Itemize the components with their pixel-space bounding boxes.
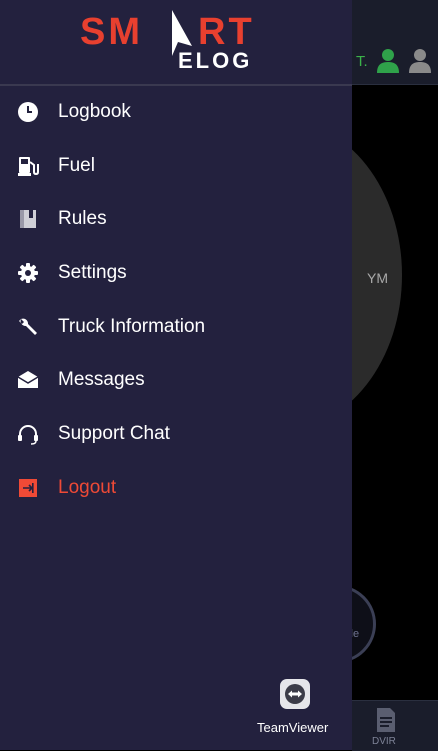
menu-label-fuel: Fuel: [58, 154, 95, 176]
drawer-header: SM RT ELOG: [0, 0, 352, 86]
menu-item-logbook[interactable]: Logbook: [0, 85, 352, 139]
gauge-label: YM: [367, 270, 388, 286]
menu-label-logout: Logout: [58, 476, 117, 498]
drawer-menu: Logbook Fuel Rules Settings Truck Inform…: [0, 85, 352, 515]
smart-elog-logo: SM RT ELOG: [80, 10, 255, 70]
menu-item-logout[interactable]: Logout: [0, 461, 352, 515]
clock-icon: [17, 101, 39, 123]
envelope-icon: [17, 369, 39, 391]
codriver-user-icon[interactable]: [408, 47, 432, 73]
menu-label-settings: Settings: [58, 261, 127, 283]
gear-icon: [17, 262, 39, 284]
menu-label-truck-information: Truck Information: [58, 315, 206, 337]
menu-item-fuel[interactable]: Fuel: [0, 139, 352, 193]
svg-text:RT: RT: [198, 11, 255, 53]
menu-item-settings[interactable]: Settings: [0, 246, 352, 300]
teamviewer-button[interactable]: TeamViewer: [255, 676, 337, 738]
navigation-drawer: SM RT ELOG Logbook Fuel Rules Settings T…: [0, 0, 352, 750]
menu-label-rules: Rules: [58, 208, 107, 230]
driver-user-icon[interactable]: [376, 47, 400, 73]
menu-item-messages[interactable]: Messages: [0, 353, 352, 407]
menu-label-logbook: Logbook: [58, 100, 131, 122]
menu-label-support-chat: Support Chat: [58, 422, 170, 444]
dvir-document-icon[interactable]: [376, 707, 396, 733]
logout-icon: [17, 477, 39, 499]
headset-icon: [17, 423, 39, 445]
dvir-tab-label[interactable]: DVIR: [372, 736, 396, 747]
teamviewer-icon: [280, 679, 310, 709]
teamviewer-label: TeamViewer: [257, 720, 329, 735]
menu-item-truck-information[interactable]: Truck Information: [0, 300, 352, 354]
menu-item-rules[interactable]: Rules: [0, 192, 352, 246]
menu-label-messages: Messages: [58, 369, 145, 391]
wrench-icon: [17, 316, 39, 338]
header-status-text: T.: [356, 53, 368, 70]
fuel-pump-icon: [17, 155, 39, 177]
menu-item-support-chat[interactable]: Support Chat: [0, 407, 352, 461]
svg-text:ELOG: ELOG: [178, 48, 252, 70]
book-icon: [17, 208, 39, 230]
svg-text:SM: SM: [80, 11, 143, 53]
